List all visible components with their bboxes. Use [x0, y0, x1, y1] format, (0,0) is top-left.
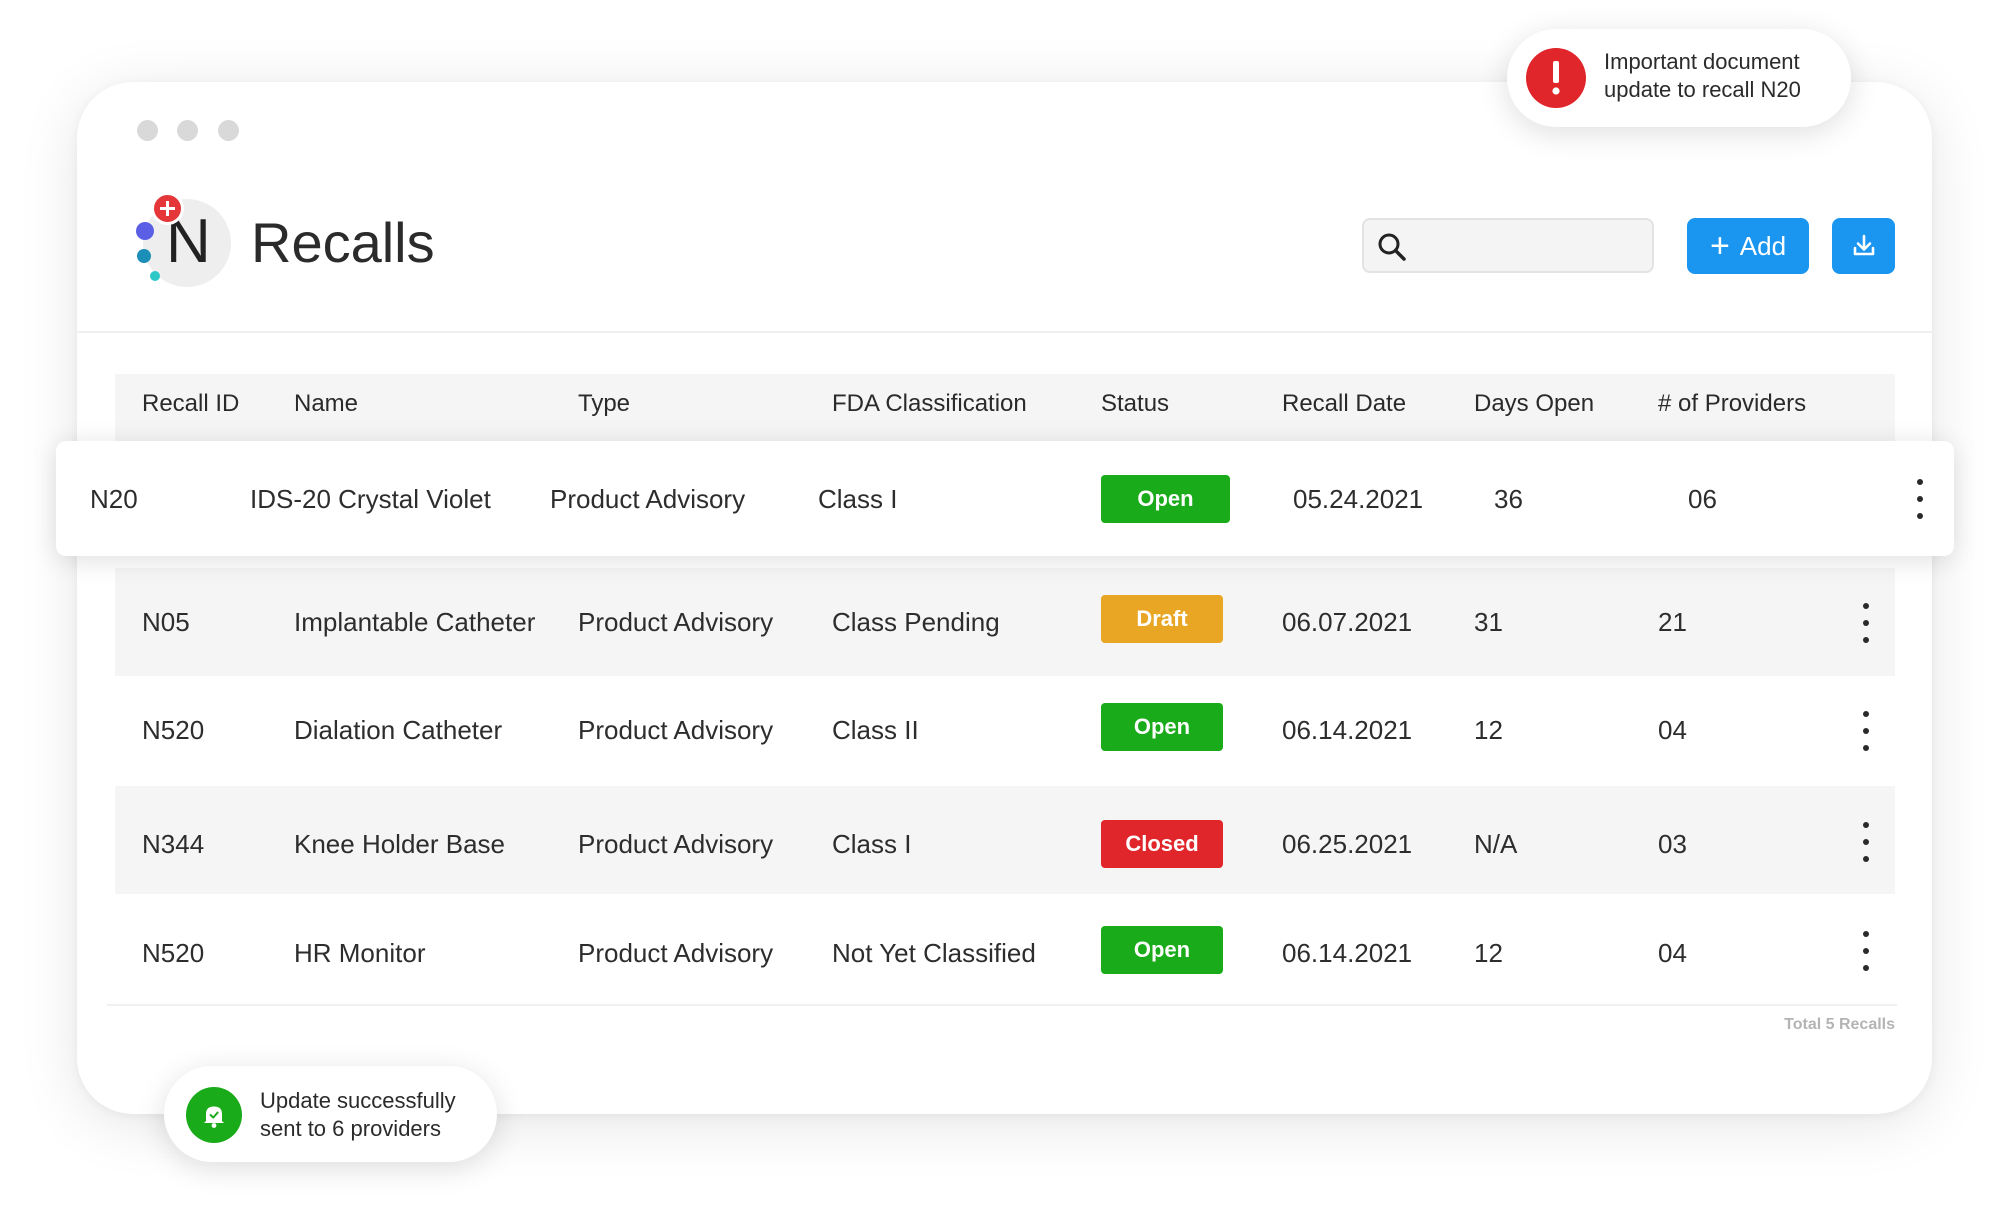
- cell-name: Knee Holder Base: [294, 829, 506, 859]
- row-menu-icon[interactable]: [1855, 822, 1877, 862]
- cell-recall-id: N520: [142, 938, 205, 968]
- add-button[interactable]: + Add: [1687, 218, 1809, 274]
- row-menu-icon[interactable]: [1909, 479, 1931, 519]
- cell-days-open: 12: [1474, 715, 1503, 745]
- cell-type: Product Advisory: [578, 607, 774, 637]
- medical-cross-icon: [151, 192, 184, 225]
- window-dot-close[interactable]: [137, 120, 158, 141]
- bell-icon: [186, 1087, 242, 1143]
- cell-recall-id: N344: [142, 829, 205, 859]
- download-button[interactable]: [1832, 218, 1895, 274]
- column-header-name[interactable]: Name: [294, 390, 358, 418]
- logo-dot-teal: [150, 271, 160, 281]
- column-header-recall-id[interactable]: Recall ID: [142, 390, 239, 418]
- success-message-line-1: Update successfully: [260, 1088, 456, 1113]
- plus-icon: +: [1709, 227, 1730, 265]
- cell-name: Dialation Catheter: [294, 715, 503, 745]
- cell-days-open: 36: [1494, 484, 1523, 514]
- cell-type: Product Advisory: [578, 938, 774, 968]
- page-title: Recalls: [251, 211, 435, 274]
- column-header-fda-classification[interactable]: FDA Classification: [832, 390, 1027, 418]
- row-menu-icon[interactable]: [1855, 603, 1877, 643]
- window-dot-minimize[interactable]: [177, 120, 198, 141]
- cell-recall-date: 06.14.2021: [1282, 715, 1413, 745]
- column-header-status[interactable]: Status: [1101, 390, 1169, 418]
- status-badge: Closed: [1101, 820, 1223, 868]
- cell-days-open: 31: [1474, 607, 1503, 637]
- download-icon: [1853, 234, 1874, 256]
- cell-providers: 03: [1658, 829, 1687, 859]
- cell-providers: 04: [1658, 715, 1687, 745]
- search-icon: [1378, 233, 1406, 261]
- row-menu-icon[interactable]: [1855, 711, 1877, 751]
- search-box[interactable]: [1362, 218, 1654, 273]
- header-divider: [77, 331, 1932, 333]
- status-badge: Draft: [1101, 595, 1223, 643]
- cell-recall-date: 06.07.2021: [1282, 607, 1413, 637]
- cell-type: Product Advisory: [578, 829, 774, 859]
- alert-message-line-1: Important document: [1604, 49, 1800, 74]
- cell-name: Implantable Catheter: [294, 607, 536, 637]
- column-header-recall-date[interactable]: Recall Date: [1282, 390, 1406, 418]
- cell-recall-id: N520: [142, 715, 205, 745]
- cell-recall-id: N20: [90, 484, 138, 514]
- status-badge: Open: [1101, 475, 1230, 523]
- column-header-providers[interactable]: # of Providers: [1658, 390, 1806, 418]
- add-button-label: Add: [1739, 230, 1787, 261]
- cell-classification: Class I: [832, 829, 912, 859]
- cell-days-open: 12: [1474, 938, 1503, 968]
- search-input[interactable]: [1418, 228, 1647, 266]
- logo-dot-purple: [136, 222, 154, 240]
- cell-name: IDS-20 Crystal Violet: [250, 484, 491, 514]
- cell-type: Product Advisory: [550, 484, 746, 514]
- cell-providers: 21: [1658, 607, 1687, 637]
- alert-icon: [1526, 48, 1586, 108]
- window-dot-maximize[interactable]: [218, 120, 239, 141]
- table-bottom-divider: [107, 1004, 1897, 1006]
- cell-days-open: N/A: [1474, 829, 1518, 859]
- column-header-type[interactable]: Type: [578, 390, 630, 418]
- cell-classification: Class II: [832, 715, 919, 745]
- cell-recall-id: N05: [142, 607, 190, 637]
- row-menu-icon[interactable]: [1855, 931, 1877, 971]
- alert-message-line-2: update to recall N20: [1604, 77, 1801, 102]
- cell-recall-date: 05.24.2021: [1293, 484, 1424, 514]
- cell-type: Product Advisory: [578, 715, 774, 745]
- success-message-line-2: sent to 6 providers: [260, 1116, 441, 1141]
- column-header-days-open[interactable]: Days Open: [1474, 390, 1594, 418]
- cell-classification: Class Pending: [832, 607, 1000, 637]
- cell-recall-date: 06.14.2021: [1282, 938, 1413, 968]
- cell-classification: Class I: [818, 484, 898, 514]
- cell-providers: 06: [1688, 484, 1717, 514]
- total-count: Total 5 Recalls: [1784, 1016, 1895, 1033]
- status-badge: Open: [1101, 926, 1223, 974]
- logo-dot-blue: [137, 249, 151, 263]
- cell-name: HR Monitor: [294, 938, 426, 968]
- status-badge: Open: [1101, 703, 1223, 751]
- cell-recall-date: 06.25.2021: [1282, 829, 1413, 859]
- cell-classification: Not Yet Classified: [832, 938, 1036, 968]
- cell-providers: 04: [1658, 938, 1687, 968]
